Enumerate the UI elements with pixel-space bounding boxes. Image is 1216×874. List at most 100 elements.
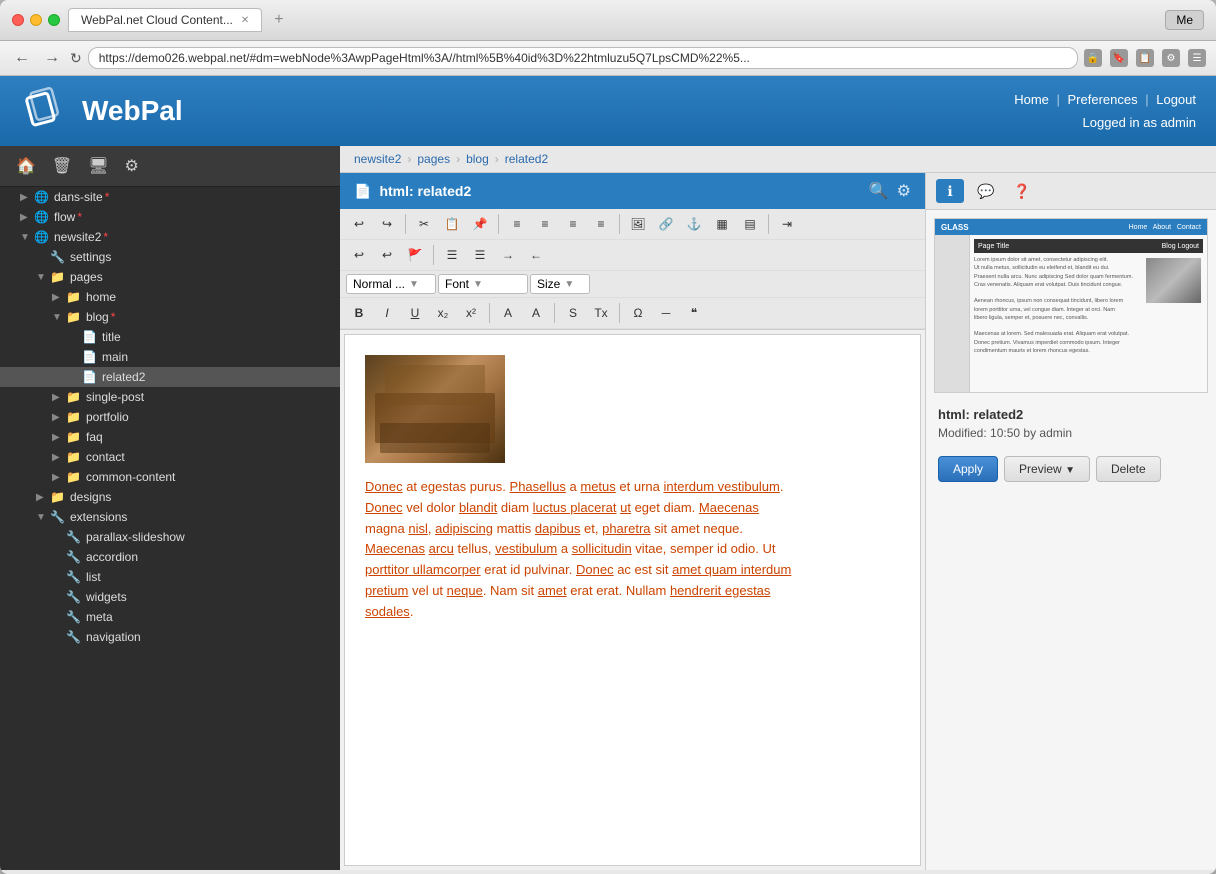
close-window-btn[interactable] bbox=[12, 14, 24, 26]
tab-close-btn[interactable]: ✕ bbox=[241, 15, 249, 26]
outdent-btn[interactable]: ← bbox=[523, 243, 549, 267]
editor-content-area[interactable]: Donec at egestas purus. Phasellus a metu… bbox=[344, 334, 921, 866]
sidebar-item-widgets[interactable]: 🔧 widgets bbox=[0, 587, 340, 607]
align-center-btn[interactable]: ≡ bbox=[532, 212, 558, 236]
sidebar-item-home[interactable]: ▶ 📁 home bbox=[0, 287, 340, 307]
table-row-btn[interactable]: ▤ bbox=[737, 212, 763, 236]
sep bbox=[768, 214, 769, 234]
sidebar-item-parallax-slideshow[interactable]: 🔧 parallax-slideshow bbox=[0, 527, 340, 547]
sidebar-item-accordion[interactable]: 🔧 accordion bbox=[0, 547, 340, 567]
minimize-window-btn[interactable] bbox=[30, 14, 42, 26]
side-tab-comment[interactable]: 💬 bbox=[972, 179, 1000, 203]
highlight-btn[interactable]: A bbox=[523, 301, 549, 325]
extension-icon-4[interactable]: ⚙ bbox=[1162, 49, 1180, 67]
sidebar-item-designs[interactable]: ▶ 📁 designs bbox=[0, 487, 340, 507]
font-dropdown[interactable]: Font ▼ bbox=[438, 274, 528, 294]
bold-btn[interactable]: B bbox=[346, 301, 372, 325]
paste-btn[interactable]: 📌 bbox=[467, 212, 493, 236]
sidebar-item-flow[interactable]: ▶ 🌐 flow * bbox=[0, 207, 340, 227]
refresh-icon[interactable]: ↻ bbox=[70, 50, 82, 67]
blockquote-btn[interactable]: ❝ bbox=[681, 301, 707, 325]
sidebar-item-meta[interactable]: 🔧 meta bbox=[0, 607, 340, 627]
align-left-btn[interactable]: ≡ bbox=[504, 212, 530, 236]
logout-link[interactable]: Logout bbox=[1156, 92, 1196, 107]
indent-btn[interactable]: → bbox=[495, 243, 521, 267]
size-dropdown[interactable]: Size ▼ bbox=[530, 274, 590, 294]
undo-btn[interactable]: ↩ bbox=[346, 212, 372, 236]
sidebar-item-blog[interactable]: ▼ 📁 blog * bbox=[0, 307, 340, 327]
superscript-btn[interactable]: x² bbox=[458, 301, 484, 325]
sidebar-item-faq[interactable]: ▶ 📁 faq bbox=[0, 427, 340, 447]
sidebar-item-extensions[interactable]: ▼ 🔧 extensions bbox=[0, 507, 340, 527]
fullscreen-btn[interactable]: ⇥ bbox=[774, 212, 800, 236]
sidebar-item-common-content[interactable]: ▶ 📁 common-content bbox=[0, 467, 340, 487]
preview-button[interactable]: Preview ▼ bbox=[1004, 456, 1090, 482]
cut-btn[interactable]: ✂ bbox=[411, 212, 437, 236]
back-btn[interactable]: ← bbox=[10, 47, 34, 69]
extension-icon-3[interactable]: 📋 bbox=[1136, 49, 1154, 67]
menu-icon[interactable]: ☰ bbox=[1188, 49, 1206, 67]
preferences-link[interactable]: Preferences bbox=[1068, 92, 1138, 107]
flag-btn[interactable]: 🚩 bbox=[402, 243, 428, 267]
side-tab-help[interactable]: ❓ bbox=[1008, 179, 1036, 203]
sidebar-monitor-icon[interactable]: 🖥 bbox=[84, 154, 112, 178]
image-btn[interactable]: 🖼 bbox=[625, 212, 651, 236]
sidebar-item-single-post[interactable]: ▶ 📁 single-post bbox=[0, 387, 340, 407]
extension-icon-1[interactable]: 🔒 bbox=[1084, 49, 1102, 67]
link-btn[interactable]: 🔗 bbox=[653, 212, 679, 236]
sidebar-home-icon[interactable]: 🏠 bbox=[12, 154, 40, 178]
sidebar-item-newsite2[interactable]: ▼ 🌐 newsite2 * bbox=[0, 227, 340, 247]
table-col-btn[interactable]: ▦ bbox=[709, 212, 735, 236]
sidebar-item-settings[interactable]: 🔧 settings bbox=[0, 247, 340, 267]
sidebar-item-title[interactable]: 📄 title bbox=[0, 327, 340, 347]
copy-btn[interactable]: 📋 bbox=[439, 212, 465, 236]
sep bbox=[405, 214, 406, 234]
search-icon[interactable]: 🔍 bbox=[869, 181, 889, 201]
italic-btn[interactable]: I bbox=[374, 301, 400, 325]
logo-text: WebPal bbox=[82, 95, 183, 127]
breadcrumb-blog[interactable]: blog bbox=[466, 152, 489, 166]
anchor-btn[interactable]: ⚓ bbox=[681, 212, 707, 236]
sidebar-settings-icon[interactable]: ⚙ bbox=[121, 154, 143, 178]
arrow-icon: ▶ bbox=[52, 452, 66, 463]
breadcrumb-newsite2[interactable]: newsite2 bbox=[354, 152, 401, 166]
browser-tab[interactable]: WebPal.net Cloud Content... ✕ bbox=[68, 8, 262, 32]
breadcrumb-pages[interactable]: pages bbox=[417, 152, 450, 166]
list-ol-btn[interactable]: ☰ bbox=[467, 243, 493, 267]
maximize-window-btn[interactable] bbox=[48, 14, 60, 26]
sidebar-item-navigation[interactable]: 🔧 navigation bbox=[0, 627, 340, 647]
underline-btn[interactable]: U bbox=[402, 301, 428, 325]
sidebar-item-main[interactable]: 📄 main bbox=[0, 347, 340, 367]
subscript-btn[interactable]: x₂ bbox=[430, 301, 456, 325]
sidebar-item-related2[interactable]: 📄 related2 bbox=[0, 367, 340, 387]
align-right-btn[interactable]: ≡ bbox=[560, 212, 586, 236]
font-color-btn[interactable]: A bbox=[495, 301, 521, 325]
paragraph-style-dropdown[interactable]: Normal ... ▼ bbox=[346, 274, 436, 294]
source-btn[interactable]: ↩ bbox=[346, 243, 372, 267]
list-ul-btn[interactable]: ☰ bbox=[439, 243, 465, 267]
preview-btn[interactable]: ↩ bbox=[374, 243, 400, 267]
apply-button[interactable]: Apply bbox=[938, 456, 998, 482]
settings-icon[interactable]: ⚙ bbox=[897, 181, 911, 201]
hr-btn[interactable]: ─ bbox=[653, 301, 679, 325]
home-link[interactable]: Home bbox=[1014, 92, 1049, 107]
align-justify-btn[interactable]: ≡ bbox=[588, 212, 614, 236]
redo-btn[interactable]: ↪ bbox=[374, 212, 400, 236]
sidebar-item-contact[interactable]: ▶ 📁 contact bbox=[0, 447, 340, 467]
sidebar-item-pages[interactable]: ▼ 📁 pages bbox=[0, 267, 340, 287]
sidebar-item-dans-site[interactable]: ▶ 🌐 dans-site * bbox=[0, 187, 340, 207]
strikethrough-btn[interactable]: S bbox=[560, 301, 586, 325]
sidebar-item-portfolio[interactable]: ▶ 📁 portfolio bbox=[0, 407, 340, 427]
delete-button[interactable]: Delete bbox=[1096, 456, 1161, 482]
url-bar[interactable] bbox=[88, 47, 1078, 69]
new-tab-btn[interactable]: + bbox=[270, 11, 287, 29]
me-button[interactable]: Me bbox=[1165, 10, 1204, 30]
sidebar-trash-icon[interactable]: 🗑 bbox=[48, 154, 76, 178]
specialchar-btn[interactable]: Ω bbox=[625, 301, 651, 325]
breadcrumb-related2[interactable]: related2 bbox=[505, 152, 548, 166]
removeformat-btn[interactable]: Tx bbox=[588, 301, 614, 325]
forward-btn[interactable]: → bbox=[40, 47, 64, 69]
sidebar-item-list[interactable]: 🔧 list bbox=[0, 567, 340, 587]
extension-icon-2[interactable]: 🔖 bbox=[1110, 49, 1128, 67]
side-tab-info[interactable]: ℹ bbox=[936, 179, 964, 203]
